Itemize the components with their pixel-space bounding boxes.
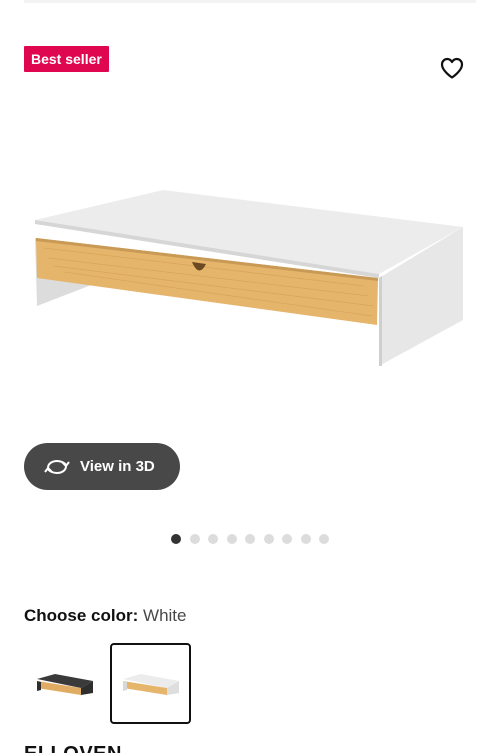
product-title: ELLOVEN	[24, 743, 122, 753]
color-swatch-black-brown[interactable]	[24, 643, 105, 724]
swatch-thumbnail	[122, 673, 179, 695]
carousel-dot[interactable]	[319, 534, 329, 544]
carousel-dot[interactable]	[171, 534, 181, 544]
favorite-button[interactable]	[434, 52, 470, 84]
carousel-dot[interactable]	[226, 534, 237, 544]
view-in-3d-button[interactable]: View in 3D	[24, 443, 180, 490]
carousel-dot[interactable]	[208, 534, 218, 544]
top-divider	[24, 0, 476, 3]
best-seller-badge: Best seller	[24, 46, 109, 72]
heart-outline-icon	[440, 57, 464, 79]
carousel-dot[interactable]	[282, 534, 292, 544]
carousel-dot[interactable]	[300, 534, 311, 544]
carousel-dot[interactable]	[263, 534, 274, 544]
badge-label: Best seller	[31, 51, 102, 67]
product-image[interactable]	[24, 170, 476, 380]
carousel-indicator	[0, 534, 500, 544]
carousel-dot[interactable]	[189, 534, 200, 544]
choose-color-key: Choose color:	[24, 606, 139, 625]
view-in-3d-label: View in 3D	[80, 458, 155, 475]
choose-color-label: Choose color: White	[24, 606, 187, 626]
color-swatch-white[interactable]	[110, 643, 191, 724]
swatch-thumbnail	[36, 673, 93, 695]
carousel-dot[interactable]	[245, 534, 255, 544]
choose-color-value: White	[143, 606, 187, 625]
rotate-3d-icon	[44, 457, 70, 477]
